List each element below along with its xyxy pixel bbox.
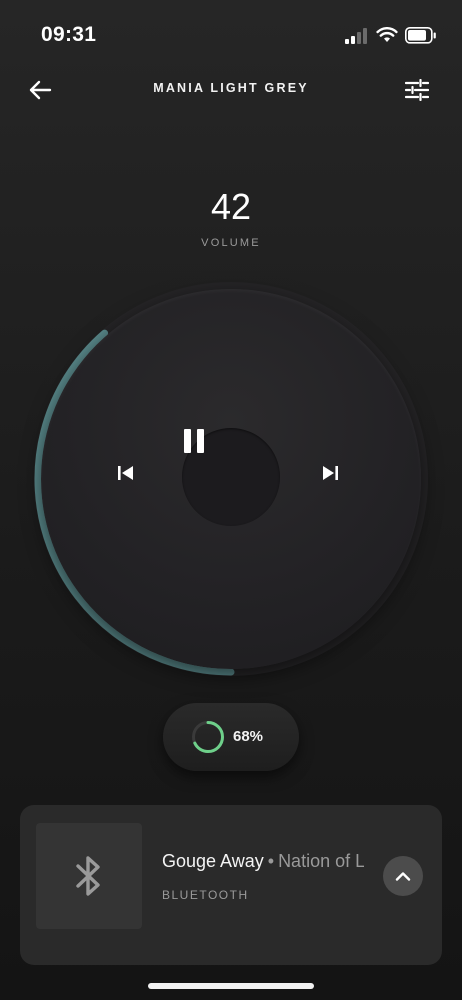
pause-icon bbox=[184, 429, 204, 453]
track-info: Gouge Away•Nation of Language bbox=[162, 851, 364, 877]
settings-button[interactable] bbox=[402, 76, 432, 104]
bluetooth-icon bbox=[76, 856, 100, 896]
album-art bbox=[36, 823, 142, 929]
battery-icon bbox=[405, 27, 437, 44]
page-title: MANIA LIGHT GREY bbox=[153, 81, 309, 95]
battery-ring-icon bbox=[192, 721, 224, 753]
previous-track-button[interactable] bbox=[117, 465, 141, 489]
device-battery-indicator: 68% bbox=[163, 703, 299, 771]
volume-label: VOLUME bbox=[201, 237, 261, 249]
battery-percent: 68% bbox=[233, 728, 264, 745]
home-indicator[interactable] bbox=[148, 983, 314, 989]
track-title: Gouge Away bbox=[162, 851, 264, 871]
chevron-up-icon bbox=[395, 872, 411, 881]
track-artist: Nation of Language bbox=[278, 851, 364, 871]
sliders-icon bbox=[405, 79, 429, 101]
next-track-button[interactable] bbox=[321, 465, 345, 489]
status-time: 09:31 bbox=[41, 23, 97, 46]
skip-previous-icon bbox=[118, 466, 133, 480]
status-bar: 09:31 bbox=[0, 0, 462, 72]
expand-player-button[interactable] bbox=[383, 856, 423, 896]
wifi-icon bbox=[376, 27, 398, 43]
now-playing-card[interactable]: Gouge Away•Nation of Language BLUETOOTH bbox=[20, 805, 442, 965]
pause-button[interactable] bbox=[182, 428, 280, 526]
volume-value: 42 bbox=[210, 186, 252, 227]
header: MANIA LIGHT GREY bbox=[0, 72, 462, 108]
skip-next-icon bbox=[323, 466, 338, 480]
cellular-signal-icon bbox=[345, 28, 369, 44]
volume-dial[interactable] bbox=[31, 279, 431, 679]
track-separator: • bbox=[267, 851, 275, 871]
audio-source: BLUETOOTH bbox=[162, 888, 249, 902]
